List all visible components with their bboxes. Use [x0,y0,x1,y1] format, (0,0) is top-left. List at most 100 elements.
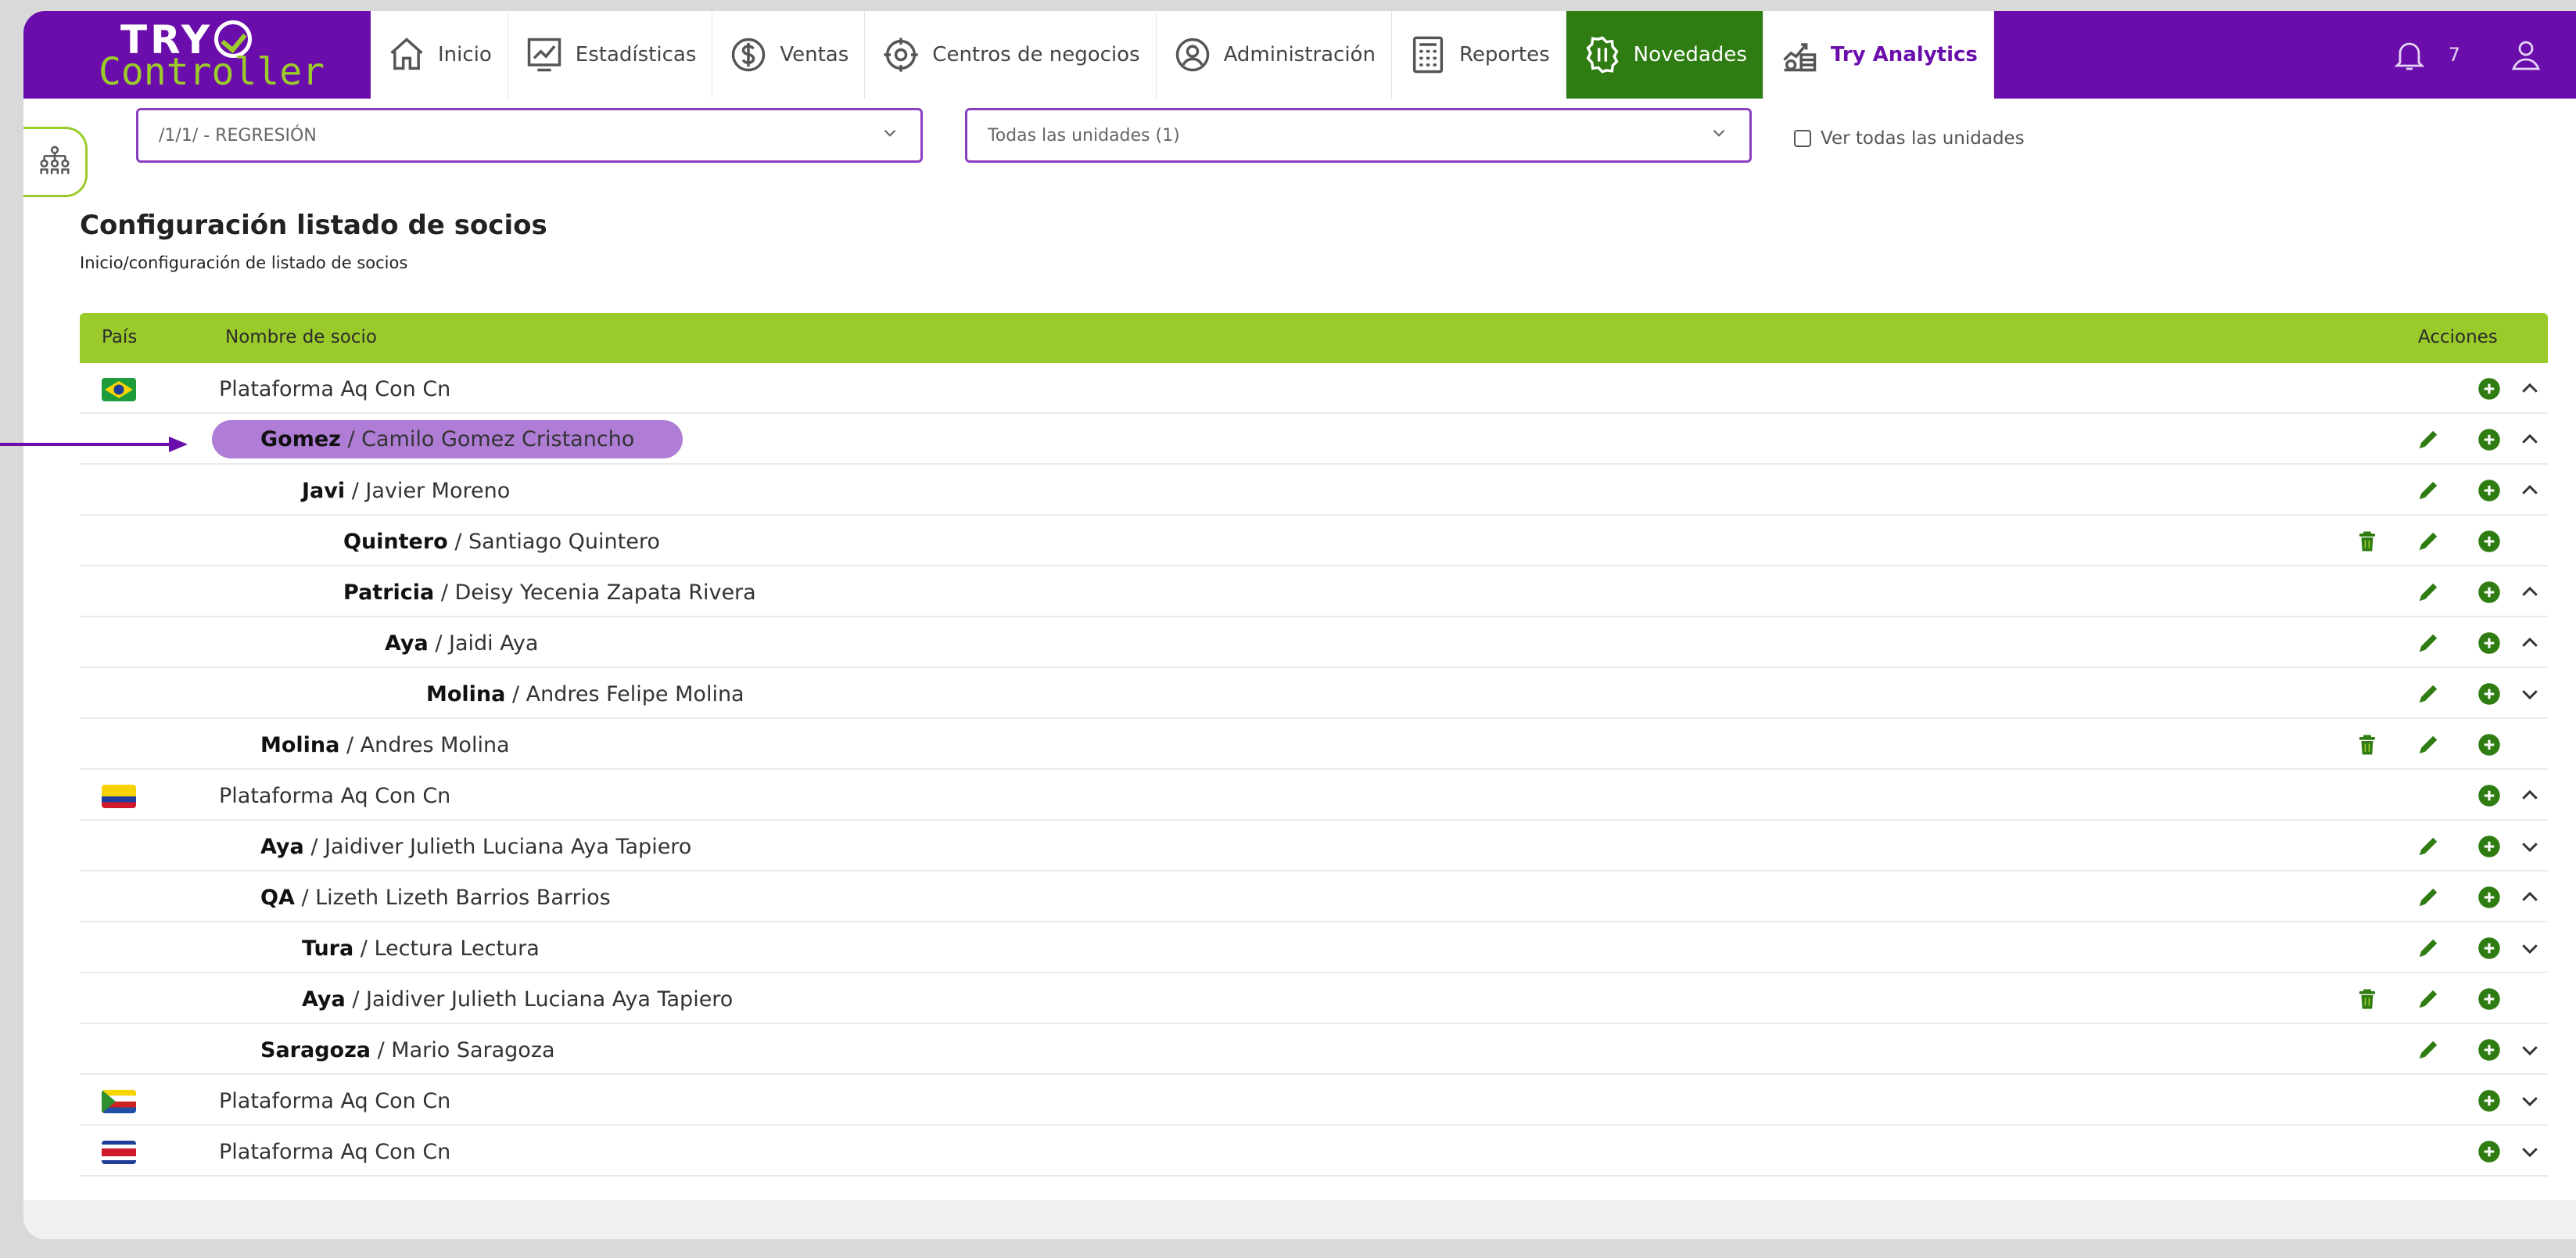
add-icon[interactable] [2476,477,2502,504]
menu-item-administracion[interactable]: Administración [1157,11,1392,99]
table-row[interactable]: Tura / Lectura Lectura [80,922,2548,973]
admin-icon [1175,38,1209,72]
table-row[interactable]: Plataforma Aq Con Cn [80,363,2548,414]
chevron-up-icon[interactable] [2517,376,2543,402]
chevron-down-icon [880,123,900,148]
table-row[interactable]: Patricia / Deisy Yecenia Zapata Rivera [80,566,2548,617]
add-icon[interactable] [2476,630,2502,656]
table-row[interactable]: Aya / Jaidi Aya [80,617,2548,668]
chevron-up-icon[interactable] [2517,630,2543,656]
add-icon[interactable] [2476,1087,2502,1114]
table-row[interactable]: Aya / Jaidiver Julieth Luciana Aya Tapie… [80,973,2548,1024]
table-row[interactable]: Javi / Javier Moreno [80,465,2548,516]
edit-icon[interactable] [2415,681,2441,707]
menu-item-inicio[interactable]: Inicio [371,11,508,99]
chevron-up-icon[interactable] [2517,477,2543,504]
edit-icon[interactable] [2415,935,2441,961]
chevron-up-icon[interactable] [2517,579,2543,606]
partner-name: Aya / Jaidiver Julieth Luciana Aya Tapie… [260,835,692,859]
table-row[interactable]: Plataforma Aq Con Cn [80,770,2548,821]
chevron-up-icon[interactable] [2517,426,2543,453]
add-icon[interactable] [2476,935,2502,961]
add-icon[interactable] [2476,376,2502,402]
add-icon[interactable] [2476,884,2502,911]
table-row[interactable]: Quintero / Santiago Quintero [80,516,2548,566]
edit-icon[interactable] [2415,579,2441,606]
edit-icon[interactable] [2415,884,2441,911]
see-all-units-option[interactable]: Ver todas las unidades [1794,128,2025,149]
edit-icon[interactable] [2415,986,2441,1012]
add-icon[interactable] [2476,426,2502,453]
add-icon[interactable] [2476,528,2502,555]
table-row[interactable]: Gomez / Camilo Gomez Cristancho [80,414,2548,465]
partner-full-name: Mario Saragoza [391,1038,555,1062]
delete-icon[interactable] [2354,731,2380,758]
menu-item-centros-de-negocios[interactable]: Centros de negocios [865,11,1157,99]
table-row[interactable]: Saragoza / Mario Saragoza [80,1024,2548,1075]
table-row[interactable]: Plataforma Aq Con Cn [80,1126,2548,1177]
table-row[interactable]: Aya / Jaidiver Julieth Luciana Aya Tapie… [80,821,2548,872]
chevron-down-icon[interactable] [2517,1037,2543,1063]
partner-full-name: Lectura Lectura [374,936,540,961]
bell-icon[interactable] [2391,36,2428,74]
period-select[interactable]: /1/1/ - REGRESIÓN [136,108,923,163]
chevron-down-icon[interactable] [2517,833,2543,860]
menu-label: Administración [1223,43,1376,66]
menu-item-reportes[interactable]: Reportes [1392,11,1566,99]
units-select-value: Todas las unidades (1) [988,125,1180,146]
edit-icon[interactable] [2415,477,2441,504]
table-row[interactable]: QA / Lizeth Lizeth Barrios Barrios [80,872,2548,922]
menu-label: Ventas [780,43,849,66]
partner-name: Aya / Jaidi Aya [385,631,539,656]
partner-name: Saragoza / Mario Saragoza [260,1038,555,1062]
user-icon[interactable] [2507,36,2545,74]
edit-icon[interactable] [2415,833,2441,860]
edit-icon[interactable] [2415,426,2441,453]
home-icon [390,38,423,70]
add-icon[interactable] [2476,1037,2502,1063]
add-icon[interactable] [2476,782,2502,809]
add-icon[interactable] [2476,731,2502,758]
add-icon[interactable] [2476,579,2502,606]
edit-icon[interactable] [2415,731,2441,758]
menu-item-ventas[interactable]: Ventas [712,11,866,99]
menu-item-estadisticas[interactable]: Estadísticas [508,11,713,99]
flag-costa-rica-icon [102,1141,136,1164]
partner-name: Gomez / Camilo Gomez Cristancho [212,420,683,458]
edit-icon[interactable] [2415,1037,2441,1063]
table-row[interactable]: Molina / Andres Felipe Molina [80,668,2548,719]
chevron-up-icon[interactable] [2517,782,2543,809]
add-icon[interactable] [2476,833,2502,860]
chevron-down-icon[interactable] [2517,1138,2543,1165]
page-title: Configuración listado de socios [80,210,547,241]
units-select[interactable]: Todas las unidades (1) [965,108,1752,163]
dollar-icon [732,38,766,72]
chevron-up-icon[interactable] [2517,884,2543,911]
edit-icon[interactable] [2415,630,2441,656]
see-all-units-checkbox[interactable] [1794,130,1811,147]
partner-full-name: Jaidiver Julieth Luciana Aya Tapiero [325,835,692,859]
flag-colombia-icon [102,785,136,808]
delete-icon[interactable] [2354,528,2380,555]
chevron-down-icon[interactable] [2517,935,2543,961]
top-navbar: TRY Controller Inicio Estadísticas Venta… [23,11,2576,99]
org-tree-toggle-button[interactable] [23,127,88,197]
add-icon[interactable] [2476,986,2502,1012]
notification-count: 7 [2448,44,2460,66]
table-row[interactable]: Molina / Andres Molina [80,719,2548,770]
try-controller-logo[interactable]: TRY Controller [23,11,371,99]
chevron-down-icon[interactable] [2517,1087,2543,1114]
chevron-down-icon[interactable] [2517,681,2543,707]
menu-label: Try Analytics [1830,43,1978,66]
partner-full-name: Javier Moreno [365,479,511,503]
menu-item-novedades[interactable]: Novedades [1566,11,1763,99]
table-row[interactable]: Plataforma Aq Con Cn [80,1075,2548,1126]
partner-code: Aya [302,987,346,1012]
partner-code: QA [260,886,295,910]
add-icon[interactable] [2476,1138,2502,1165]
menu-item-try-analytics[interactable]: Try Analytics [1763,11,1994,99]
add-icon[interactable] [2476,681,2502,707]
partner-name: Plataforma Aq Con Cn [219,377,450,401]
edit-icon[interactable] [2415,528,2441,555]
delete-icon[interactable] [2354,986,2380,1012]
